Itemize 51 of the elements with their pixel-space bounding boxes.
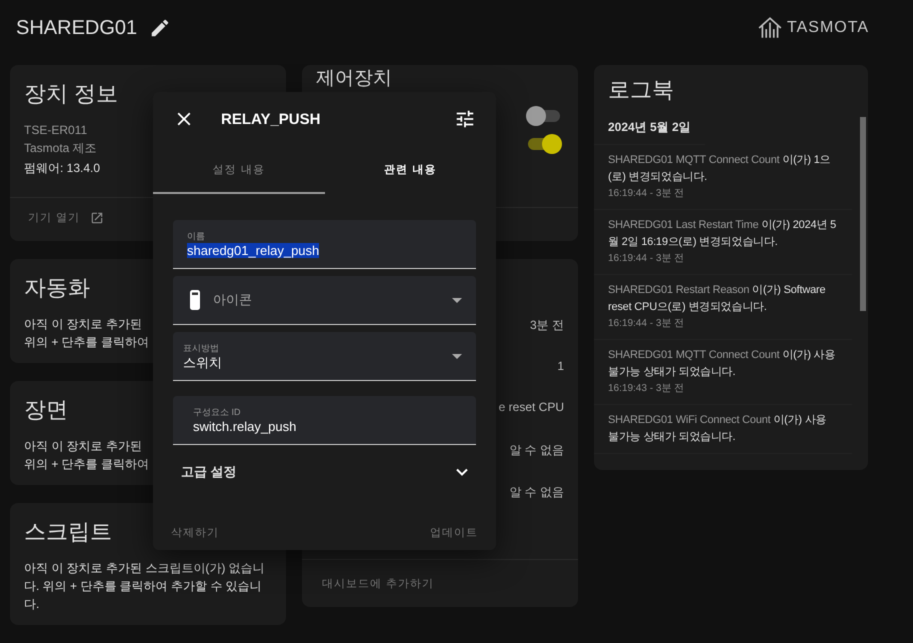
- date-heading: 2024년 5월 2일: [594, 111, 705, 145]
- log-message: SHAREDG01 MQTT Connect Count 이(가) 1으(로) 변경되었습니다.: [608, 153, 832, 185]
- model-text: TSE-ER011: [24, 122, 88, 139]
- icon-select-field[interactable]: 아이콘: [173, 276, 476, 325]
- log-message: SHAREDG01 MQTT Connect Count 이(가) 사용 불가능 상태가 되었습니다.: [608, 348, 836, 380]
- card-title: 제어장치: [316, 68, 392, 90]
- delete-button[interactable]: 삭제하기: [167, 521, 223, 544]
- expander-label: 고급 설정: [181, 463, 237, 481]
- text-field[interactable]: 이름 sharedg01_relay_push: [173, 220, 476, 269]
- advanced-settings-expander[interactable]: 고급 설정: [153, 445, 496, 481]
- sensor-value: 알 수 없음: [509, 442, 564, 460]
- sensor-value: e reset CPU: [498, 400, 564, 416]
- house-logo-icon: [757, 15, 784, 41]
- empty-message: 아직 이 장치로 추가된: [24, 438, 142, 455]
- empty-message: 위의 + 단추를 클릭하여: [24, 456, 150, 473]
- log-time: 16:19:44 - 3분 전: [608, 252, 686, 266]
- empty-message: 아직 이 장치로 추가된 스크립트이(가) 없습니다. 위의 + 단추를 클릭하여 추가할 수 있습니다.: [24, 560, 266, 613]
- add-to-dashboard-link[interactable]: 대시보드에 추가하기: [322, 576, 434, 591]
- sensor-value: 3분 전: [530, 317, 564, 334]
- empty-message: 위의 + 단추를 클릭하여: [24, 334, 150, 351]
- settings-sliders-icon[interactable]: [454, 108, 476, 130]
- log-time: 16:19:44 - 3분 전: [608, 187, 686, 201]
- external-link-icon: [90, 210, 104, 224]
- firmware-text: 펌웨어: 13.4.0: [24, 160, 100, 177]
- text-field[interactable]: 구성요소 ID switch.relay_push: [173, 396, 476, 445]
- card-title: 자동화: [24, 274, 90, 302]
- logo-text: TASMOTA: [787, 19, 869, 37]
- edit-icon[interactable]: [149, 17, 172, 39]
- open-device-link[interactable]: 기기 열기: [28, 210, 80, 225]
- empty-message: 아직 이 장치로 추가된: [24, 316, 142, 333]
- sensor-value: 알 수 없음: [509, 484, 564, 501]
- update-button[interactable]: 업데이트: [426, 521, 482, 544]
- device-title: SHAREDG01: [16, 16, 138, 40]
- tab[interactable]: 설정 내용: [153, 146, 324, 194]
- tab[interactable]: 관련 내용: [324, 146, 496, 194]
- card-title: 장치 정보: [24, 80, 118, 108]
- sensor-value: 1: [557, 358, 564, 375]
- dropdown-caret-icon: [452, 354, 462, 358]
- card-title: 장면: [24, 396, 68, 424]
- dropdown-caret-icon: [452, 298, 462, 302]
- maker-text: Tasmota 제조: [24, 140, 97, 157]
- log-time: 16:19:43 - 3분 전: [608, 382, 686, 396]
- card-title: 로그북: [608, 76, 674, 104]
- log-time: 16:19:44 - 3분 전: [608, 317, 686, 331]
- card-title: 스크립트: [24, 518, 112, 546]
- log-message: SHAREDG01 WiFi Connect Count 이(가) 사용 불가능 상태가 되었습니다.: [608, 413, 828, 445]
- dialog-title: RELAY_PUSH: [221, 110, 322, 128]
- log-message: SHAREDG01 Last Restart Time 이(가) 2024년 5월 2일 16:19으(로) 변경되었습니다.: [608, 218, 837, 250]
- log-message: SHAREDG01 Restart Reason 이(가) Software reset CPU으(로) 변경되었습니다.: [608, 283, 826, 315]
- select-field[interactable]: 표시방법 스위치: [173, 332, 476, 381]
- chevron-down-icon: [456, 468, 468, 476]
